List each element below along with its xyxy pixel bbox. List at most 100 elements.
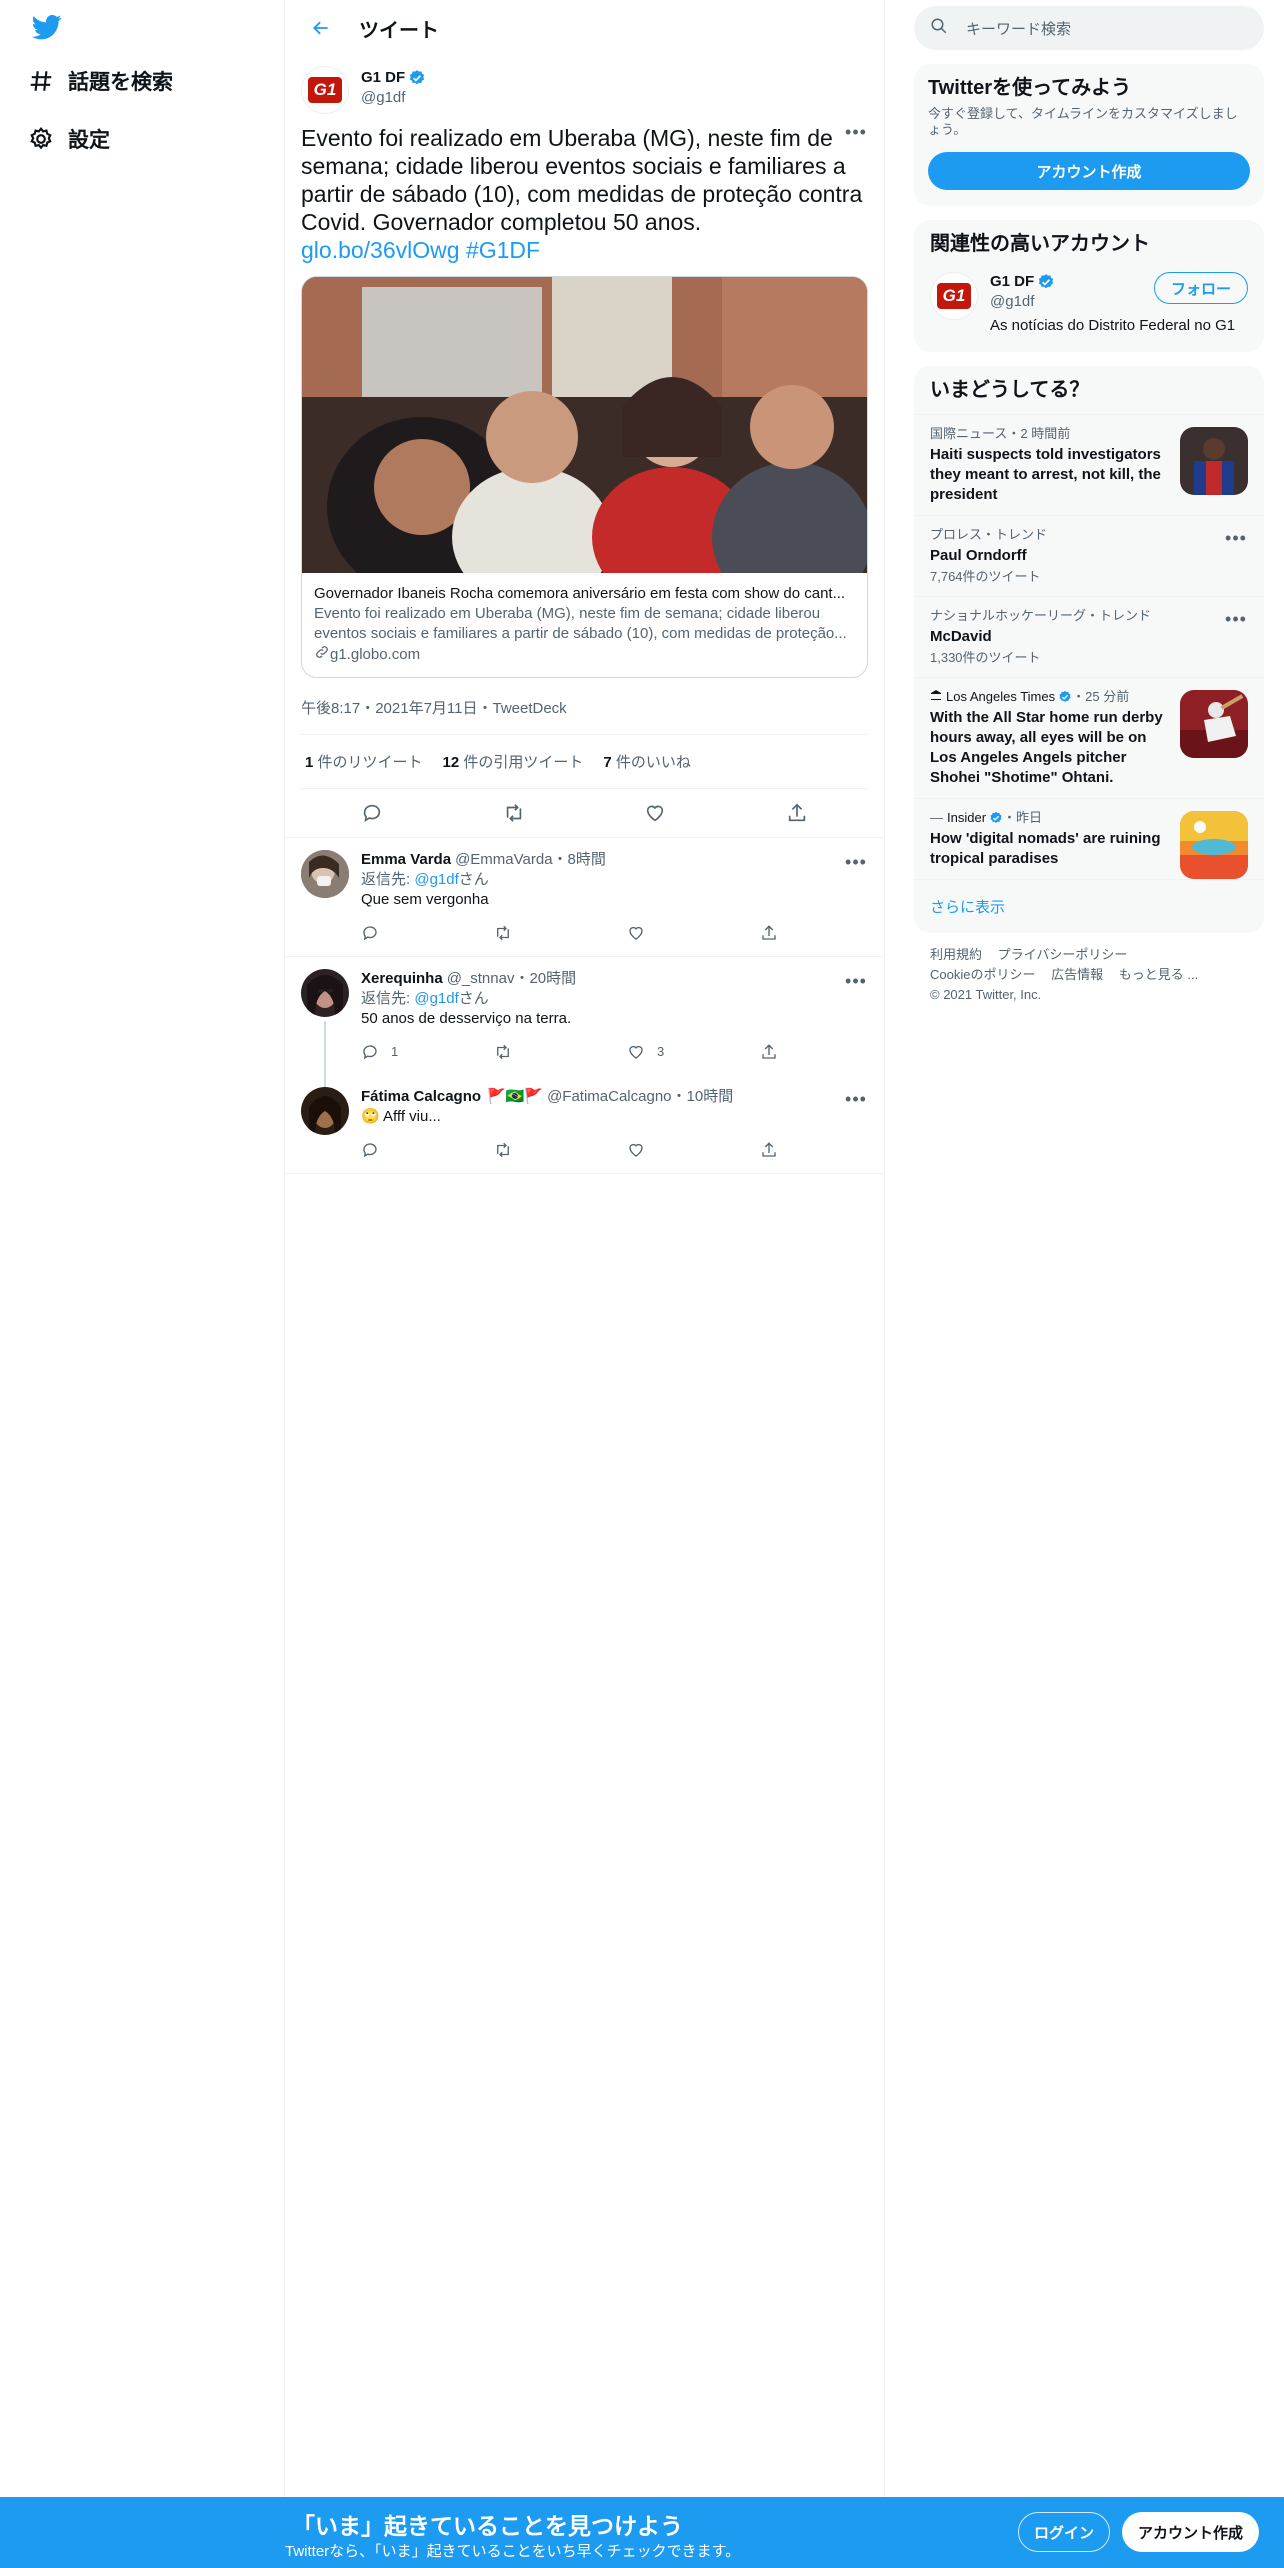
reply-item[interactable]: Emma Varda @EmmaVarda ・8時間 返信先: @g1dfさん … xyxy=(285,838,884,957)
related-account[interactable]: G1 G1 DF @g1df As notícias do Distrito F… xyxy=(914,268,1264,352)
footer-terms-link[interactable]: 利用規約 xyxy=(930,947,982,962)
tweet-stats: 1 件のリツイート 12 件の引用ツイート 7 件のいいね xyxy=(301,735,868,789)
retweet-icon[interactable] xyxy=(494,924,627,942)
footer-ads-link[interactable]: 広告情報 xyxy=(1051,967,1103,982)
nav-explore-label: 話題を検索 xyxy=(68,71,173,94)
verified-badge-icon xyxy=(408,69,426,87)
avatar[interactable]: G1 xyxy=(930,272,978,320)
follow-button[interactable]: フォロー xyxy=(1153,272,1248,304)
footer-cookie-link[interactable]: Cookieのポリシー xyxy=(930,967,1035,982)
twitter-logo-icon[interactable] xyxy=(30,12,66,44)
more-options-icon[interactable]: ••• xyxy=(1224,526,1248,550)
trend-item[interactable]: 国際ニュース・2 時間前 Haiti suspects told investi… xyxy=(914,414,1264,515)
signup-button[interactable]: アカウント作成 xyxy=(1122,2512,1259,2552)
trend-meta: 国際ニュース・2 時間前 xyxy=(930,426,1071,441)
show-more-link[interactable]: さらに表示 xyxy=(914,879,1264,933)
reply-time[interactable]: ・10時間 xyxy=(672,1087,734,1107)
like-icon[interactable] xyxy=(637,795,673,831)
retweet-icon[interactable] xyxy=(496,795,532,831)
reply-author-name[interactable]: Fátima Calcagno xyxy=(361,1087,481,1107)
more-options-icon[interactable]: ••• xyxy=(844,120,868,144)
nav-explore[interactable]: 話題を検索 xyxy=(28,66,173,96)
more-options-icon[interactable]: ••• xyxy=(1224,607,1248,631)
like-icon[interactable]: 3 xyxy=(627,1042,760,1062)
trend-title: With the All Star home run derby hours a… xyxy=(930,709,1163,786)
avatar[interactable] xyxy=(301,1087,349,1135)
footer-copyright: © 2021 Twitter, Inc. xyxy=(930,987,1042,1002)
author-name[interactable]: G1 DF xyxy=(361,68,405,88)
like-icon[interactable] xyxy=(627,1141,760,1159)
retweet-icon[interactable] xyxy=(494,1141,627,1159)
reply-item[interactable]: Xerequinha @_stnnav ・20時間 返信先: @g1dfさん 5… xyxy=(285,957,884,1087)
nav-settings-label: 設定 xyxy=(68,129,110,152)
reply-author-handle[interactable]: @FatimaCalcagno xyxy=(547,1087,671,1107)
reply-time[interactable]: ・20時間 xyxy=(514,969,576,989)
share-icon[interactable] xyxy=(779,795,815,831)
trend-title: McDavid xyxy=(930,628,992,645)
retweet-stat[interactable]: 1 件のリツイート xyxy=(305,751,423,772)
footer-more-link[interactable]: もっと見る ... xyxy=(1119,967,1198,982)
trend-item[interactable]: ナショナルホッケーリーグ・トレンド McDavid 1,330件のツイート ••… xyxy=(914,596,1264,677)
nav-settings[interactable]: 設定 xyxy=(28,124,110,154)
create-account-button[interactable]: アカウント作成 xyxy=(928,152,1250,190)
reply-author-name[interactable]: Emma Varda xyxy=(361,850,451,870)
like-icon[interactable] xyxy=(627,924,760,942)
tweet-actions xyxy=(301,789,868,837)
reply-item[interactable]: Fátima Calcagno 🚩🇧🇷🚩 @FatimaCalcagno ・10… xyxy=(285,1075,884,1174)
reply-icon[interactable] xyxy=(354,795,390,831)
reply-author-name[interactable]: Xerequinha xyxy=(361,969,443,989)
more-options-icon[interactable]: ••• xyxy=(844,969,868,993)
replying-to-handle[interactable]: @g1df xyxy=(414,871,458,888)
quote-stat[interactable]: 12 件の引用ツイート xyxy=(443,751,584,772)
reply-icon[interactable] xyxy=(361,924,494,942)
trend-item[interactable]: プロレス・トレンド Paul Orndorff 7,764件のツイート ••• xyxy=(914,515,1264,596)
replying-to: 返信先: @g1dfさん xyxy=(361,990,489,1007)
footer: 利用規約 プライバシーポリシー Cookieのポリシー 広告情報 もっと見る .… xyxy=(914,933,1264,1017)
login-button[interactable]: ログイン xyxy=(1018,2512,1110,2552)
bottom-bar-title: 「いま」起きていることを見つけよう xyxy=(292,2513,683,2539)
trend-title: How 'digital nomads' are ruining tropica… xyxy=(930,830,1161,867)
tweet-hashtag[interactable]: #G1DF xyxy=(466,237,540,263)
page-header: ツイート xyxy=(285,0,884,56)
trend-item[interactable]: — Insider ・昨日 How 'digital nomads' are r… xyxy=(914,798,1264,879)
reply-icon[interactable]: 1 xyxy=(361,1042,494,1062)
reply-text: Que sem vergonha xyxy=(361,891,489,908)
trend-title: Haiti suspects told investigators they m… xyxy=(930,446,1161,503)
reply-author-handle[interactable]: @_stnnav xyxy=(447,969,515,989)
reply-icon[interactable] xyxy=(361,1141,494,1159)
search-icon xyxy=(930,17,948,39)
search-input[interactable]: キーワード検索 xyxy=(914,6,1264,50)
back-button[interactable] xyxy=(303,10,339,46)
tweet-timestamp[interactable]: 午後8:17・2021年7月11日・TweetDeck xyxy=(301,681,868,735)
avatar[interactable] xyxy=(301,850,349,898)
trend-source: Insider xyxy=(947,810,987,825)
card-domain: g1.globo.com xyxy=(330,646,421,663)
g1-logo: G1 xyxy=(937,283,971,309)
more-options-icon[interactable]: ••• xyxy=(844,850,868,874)
tweet-link[interactable]: glo.bo/36vlOwg xyxy=(301,237,460,263)
signup-title: Twitterを使ってみよう xyxy=(928,77,1132,99)
link-icon xyxy=(314,644,330,666)
share-icon[interactable] xyxy=(760,1141,893,1159)
trend-count: 7,764件のツイート xyxy=(930,569,1041,584)
author-handle[interactable]: @g1df xyxy=(361,88,426,108)
replying-to-handle[interactable]: @g1df xyxy=(414,990,458,1007)
trends-title: いまどうしてる？ xyxy=(930,379,1090,401)
related-name[interactable]: G1 DF xyxy=(990,272,1034,292)
retweet-icon[interactable] xyxy=(494,1043,627,1061)
card-image xyxy=(302,277,867,573)
footer-privacy-link[interactable]: プライバシーポリシー xyxy=(998,947,1128,962)
share-icon[interactable] xyxy=(760,1043,893,1061)
reply-author-handle[interactable]: @EmmaVarda xyxy=(455,850,552,870)
bottom-bar-subtitle: Twitterなら、「いま」起きていることをいち早くチェックできます。 xyxy=(285,2543,741,2560)
more-options-icon[interactable]: ••• xyxy=(844,1087,868,1111)
reply-time[interactable]: ・8時間 xyxy=(553,850,606,870)
trend-item[interactable]: Los Angeles Times ・25 分前 With the All St… xyxy=(914,677,1264,798)
signup-description: 今すぐ登録して、タイムラインをカスタマイズしましょう。 xyxy=(928,106,1238,137)
avatar[interactable] xyxy=(301,969,349,1017)
like-stat[interactable]: 7 件のいいね xyxy=(603,751,691,772)
news-source-icon: — xyxy=(930,810,943,825)
avatar[interactable]: G1 xyxy=(301,66,349,114)
share-icon[interactable] xyxy=(760,924,893,942)
link-card[interactable]: Governador Ibaneis Rocha comemora aniver… xyxy=(301,276,868,678)
